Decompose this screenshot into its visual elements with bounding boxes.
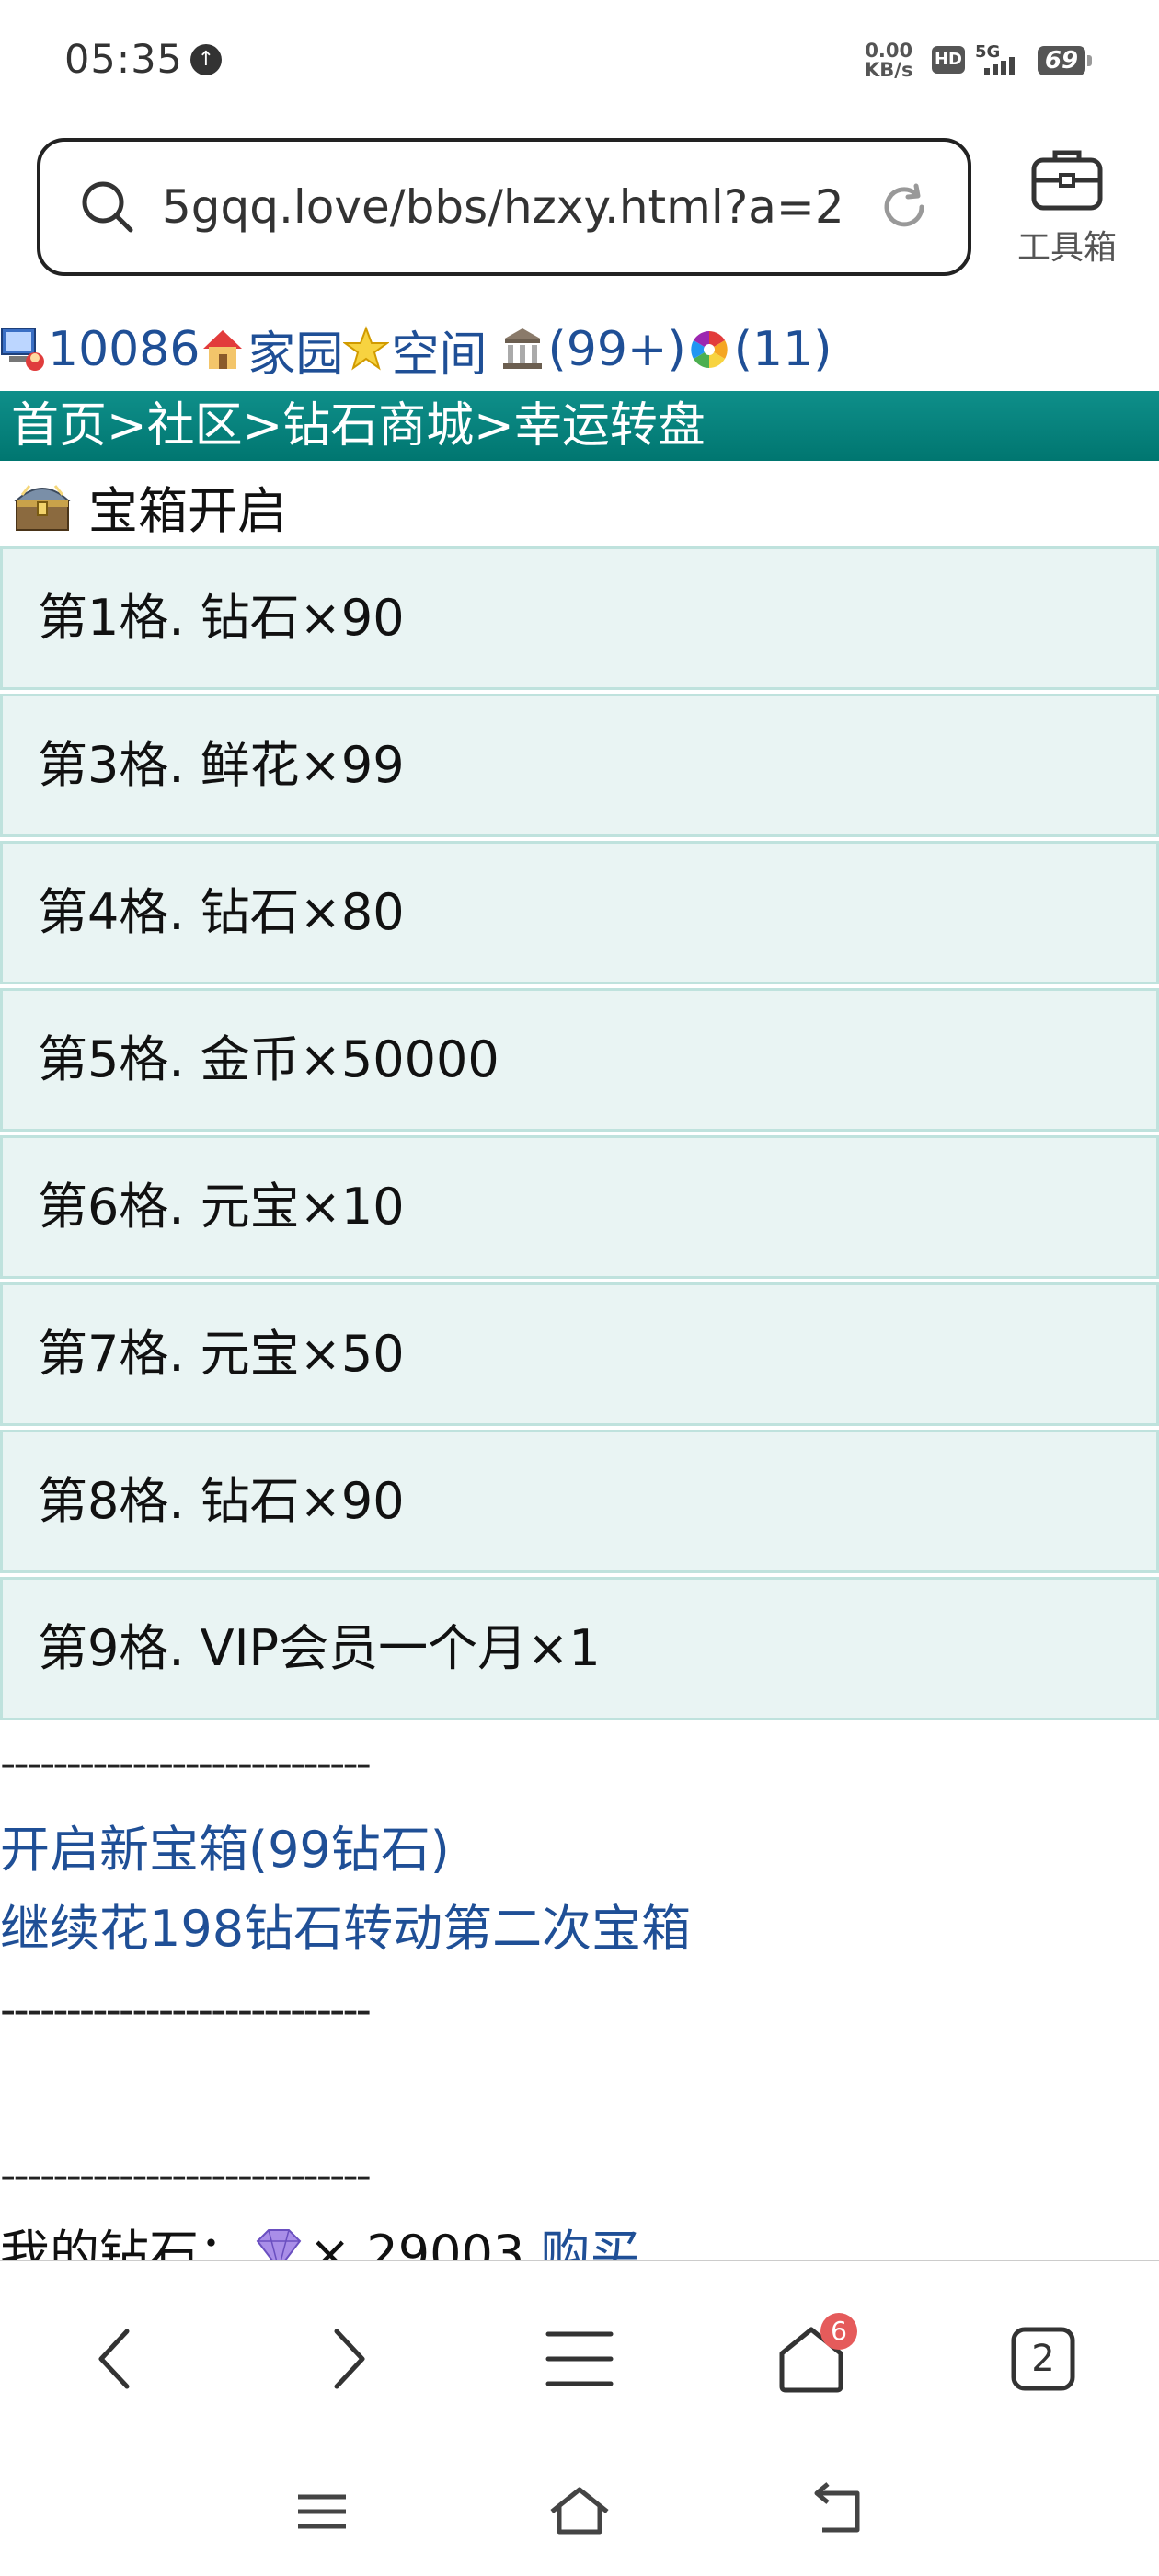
hd-badge: HD xyxy=(932,46,965,74)
browser-bottom-nav: 6 2 xyxy=(0,2260,1159,2445)
diamond-icon xyxy=(256,2229,302,2263)
chevron-left-icon xyxy=(98,2329,130,2389)
my-diamonds: 我的钻石： × 29003 购买 xyxy=(0,2217,639,2263)
buy-link[interactable]: 购买 xyxy=(540,2225,639,2263)
album-count-link[interactable]: (11) xyxy=(734,322,832,377)
house-icon xyxy=(200,325,246,374)
home-link[interactable]: 家园 xyxy=(247,316,343,385)
prize-item: 第3格. 鲜花×99 xyxy=(0,694,1159,837)
divider: ---------------------------- xyxy=(0,2150,372,2202)
menu-button[interactable] xyxy=(534,2313,625,2405)
toolbox-button[interactable]: 工具箱 xyxy=(1003,145,1131,283)
prize-item: 第1格. 钻石×90 xyxy=(0,546,1159,690)
forward-button[interactable] xyxy=(302,2313,394,2405)
network-speed-value: 0.00 xyxy=(865,40,913,62)
open-new-chest-link[interactable]: 开启新宝箱(99钻石) xyxy=(0,1818,450,1882)
menu-icon xyxy=(545,2331,614,2386)
briefcase-icon xyxy=(1031,150,1103,211)
network-speed: 0.00 KB/s xyxy=(865,41,912,80)
treasure-chest-icon xyxy=(14,485,71,531)
prize-item: 第4格. 钻石×80 xyxy=(0,841,1159,984)
prize-item: 第7格. 元宝×50 xyxy=(0,1282,1159,1426)
my-diamonds-amount: × 29003 xyxy=(309,2225,525,2263)
divider: ---------------------------- xyxy=(0,1984,372,2036)
recent-apps-icon[interactable] xyxy=(285,2475,359,2548)
space-link[interactable]: 空间 xyxy=(391,316,487,385)
back-button[interactable] xyxy=(70,2313,162,2405)
chevron-right-icon xyxy=(334,2329,365,2389)
prize-item: 第9格. VIP会员一个月×1 xyxy=(0,1577,1159,1720)
continue-spin-link[interactable]: 继续花198钻石转动第二次宝箱 xyxy=(0,1897,691,1961)
network-speed-unit: KB/s xyxy=(865,59,913,81)
system-back-icon[interactable] xyxy=(800,2475,874,2548)
divider: ---------------------------- xyxy=(0,1738,372,1789)
section-title: 宝箱开启 xyxy=(0,469,287,543)
user-id-link[interactable]: 10086 xyxy=(48,322,200,377)
home-button[interactable]: 6 xyxy=(765,2313,857,2405)
toolbox-label: 工具箱 xyxy=(1016,229,1117,267)
status-bar: 05:35 ↑ 0.00 KB/s HD 5G 69 xyxy=(0,0,1159,120)
prize-item: 第6格. 元宝×10 xyxy=(0,1135,1159,1279)
url-text[interactable]: 5gqq.love/bbs/hzxy.html?a=2 xyxy=(162,180,844,234)
battery-icon: 69 xyxy=(1038,46,1092,75)
status-time: 05:35 xyxy=(64,37,183,83)
tabs-button[interactable]: 2 xyxy=(997,2313,1089,2405)
address-bar[interactable]: 5gqq.love/bbs/hzxy.html?a=2 xyxy=(37,138,971,276)
my-diamonds-label: 我的钻石： xyxy=(0,2225,248,2263)
prize-item: 第5格. 金币×50000 xyxy=(0,988,1159,1132)
system-nav-bar xyxy=(0,2447,1159,2576)
tab-count: 2 xyxy=(1031,2338,1055,2380)
system-home-icon[interactable] xyxy=(543,2475,616,2548)
upload-indicator-icon: ↑ xyxy=(190,44,222,75)
user-bar: 10086 家园 空间 (99+) (11) xyxy=(0,313,832,386)
home-badge: 6 xyxy=(820,2313,857,2350)
star-icon xyxy=(342,325,391,374)
signal-icon: 5G xyxy=(975,42,1028,77)
section-title-text: 宝箱开启 xyxy=(88,481,287,540)
reload-icon[interactable] xyxy=(876,178,933,236)
prize-item: 第8格. 钻石×90 xyxy=(0,1430,1159,1573)
search-icon xyxy=(82,181,133,233)
computer-user-icon xyxy=(0,325,46,374)
album-icon xyxy=(686,325,732,374)
prize-list: 第1格. 钻石×90 第3格. 鲜花×99 第4格. 钻石×80 第5格. 金币… xyxy=(0,546,1159,1724)
bank-count-link[interactable]: (99+) xyxy=(547,322,685,377)
bank-icon xyxy=(499,325,545,374)
breadcrumb[interactable]: 首页>社区>钻石商城>幸运转盘 xyxy=(0,391,1159,461)
